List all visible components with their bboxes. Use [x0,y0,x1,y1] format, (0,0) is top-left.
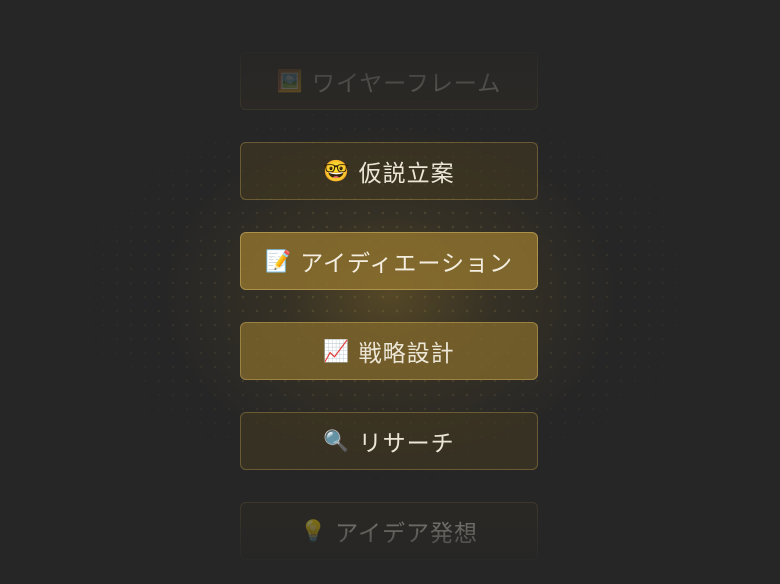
option-label: アイデア発想 [335,521,478,547]
option-idea-generation[interactable]: 💡 アイデア発想 [240,502,538,560]
chart-increasing-icon: 📈 [323,338,351,363]
memo-icon: 📝 [265,248,293,273]
picture-icon: 🖼️ [276,68,304,93]
option-strategy[interactable]: 📈 戦略設計 [240,322,538,380]
option-hypothesis[interactable]: 🤓 仮説立案 [240,142,538,200]
wheel-picker-canvas: 🖼️ ワイヤーフレーム 🤓 仮説立案 📝 アイディエーション 📈 戦略設計 🔍 … [0,0,780,584]
light-bulb-icon: 💡 [299,518,328,543]
magnifying-glass-icon: 🔍 [323,428,351,453]
option-label: リサーチ [358,431,455,457]
option-ideation[interactable]: 📝 アイディエーション [240,232,538,290]
option-research[interactable]: 🔍 リサーチ [240,412,538,470]
option-wireframe[interactable]: 🖼️ ワイヤーフレーム [240,52,538,110]
option-label: ワイヤーフレーム [311,71,502,97]
nerd-face-icon: 🤓 [323,158,351,183]
option-wheel: 🖼️ ワイヤーフレーム 🤓 仮説立案 📝 アイディエーション 📈 戦略設計 🔍 … [240,52,538,584]
option-label: アイディエーション [300,251,513,277]
option-label: 仮説立案 [358,161,455,187]
option-label: 戦略設計 [358,341,455,367]
